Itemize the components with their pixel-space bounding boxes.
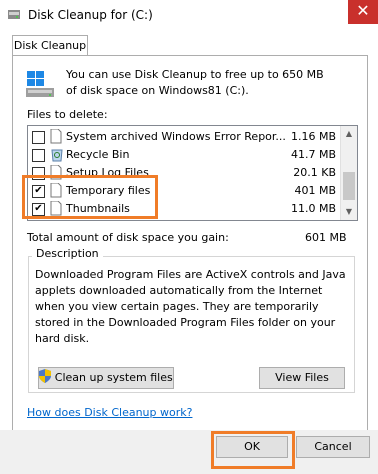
shield-icon [39,369,52,383]
list-item[interactable]: Recycle Bin 41.7 MB [28,146,340,164]
title-bar: Disk Cleanup for (C:) ✕ [0,0,378,30]
highlight-selected-files [22,175,158,219]
description-label: Description [32,247,103,260]
files-to-delete-label: Files to delete: [27,108,108,121]
cleanup-system-files-button[interactable]: Clean up system files [38,367,174,389]
window-title: Disk Cleanup for (C:) [28,8,153,22]
cancel-button[interactable]: Cancel [296,436,370,458]
file-icon [50,128,62,144]
scroll-up-icon[interactable]: ▲ [341,126,357,142]
list-item[interactable]: System archived Windows Error Repor... 1… [28,128,340,146]
file-size: 1.16 MB [290,130,336,143]
scroll-thumb[interactable] [343,172,355,200]
file-size: 41.7 MB [290,148,336,161]
total-label: Total amount of disk space you gain: [27,231,229,244]
file-size: 20.1 KB [293,166,336,179]
tab-disk-cleanup[interactable]: Disk Cleanup [12,35,88,56]
cleanup-system-files-label: Clean up system files [54,371,173,384]
drive-icon [24,67,56,99]
file-size: 401 MB [294,184,336,197]
file-name: System archived Windows Error Repor... [66,130,286,143]
file-size: 11.0 MB [290,202,336,215]
total-value: 601 MB [305,231,347,244]
description-text: Downloaded Program Files are ActiveX con… [35,268,346,345]
close-icon: ✕ [356,1,370,20]
recycle-bin-icon [50,147,63,162]
close-button[interactable]: ✕ [348,0,378,24]
help-link[interactable]: How does Disk Cleanup work? [27,406,192,419]
checkbox[interactable] [32,131,45,144]
disk-cleanup-app-icon [7,7,21,21]
scroll-down-icon[interactable]: ▼ [341,204,357,220]
intro-text: You can use Disk Cleanup to free up to 6… [66,68,324,97]
file-name: Recycle Bin [66,148,130,161]
view-files-button[interactable]: View Files [259,367,345,389]
highlight-ok-button [211,431,295,469]
list-scrollbar[interactable]: ▲ ▼ [340,126,357,220]
checkbox[interactable] [32,149,45,162]
